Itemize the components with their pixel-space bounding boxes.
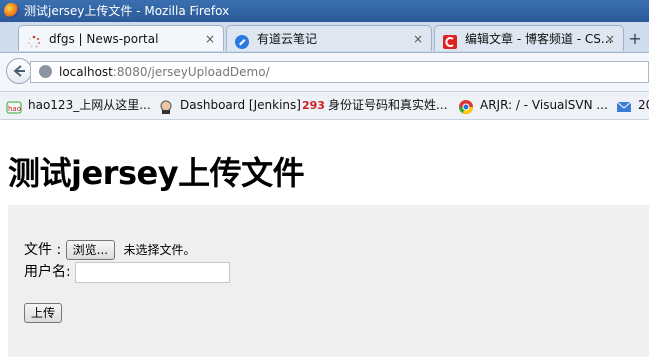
bookmarks-toolbar: hao hao123_上网从这里... Dashboard [Jenkins] … <box>0 92 649 120</box>
csdn-icon <box>443 32 457 49</box>
url-host: localhost <box>59 65 113 79</box>
browse-button[interactable]: 浏览... <box>65 240 116 260</box>
youdao-note-icon <box>235 32 249 49</box>
upload-button[interactable]: 上传 <box>24 303 63 323</box>
url-bar[interactable]: localhost:8080/jerseyUploadDemo/ <box>30 61 649 83</box>
file-label: 文件 : <box>24 242 62 258</box>
bookmark-label: hao123_上网从这里... <box>28 98 151 112</box>
chrome-icon <box>458 98 474 114</box>
close-tab-icon[interactable]: × <box>605 26 615 51</box>
tab-label: 编辑文章 - 博客频道 - CS... <box>465 32 613 46</box>
file-row: 文件 : 浏览... 未选择文件。 <box>24 239 196 260</box>
bookmark-label: Dashboard [Jenkins] <box>180 98 301 112</box>
tab-bar: dfgs | News-portal × 有道云笔记 × 编辑文章 - 博客频道… <box>0 22 649 53</box>
username-row: 用户名: <box>24 261 231 283</box>
bookmark-label: 身份证号码和真实姓... <box>328 98 448 112</box>
username-input[interactable] <box>75 261 231 283</box>
jenkins-icon <box>158 98 174 114</box>
close-tab-icon[interactable]: × <box>205 26 215 51</box>
no-file-text: 未选择文件。 <box>123 243 196 257</box>
page-content: 测试jersey上传文件 文件 : 浏览... 未选择文件。 用户名: 上传 <box>0 120 649 357</box>
tab-dfgs-news-portal[interactable]: dfgs | News-portal × <box>18 25 224 51</box>
window-title: 测试jersey上传文件 - Mozilla Firefox <box>24 4 230 18</box>
back-arrow-icon <box>13 65 25 77</box>
url-text: localhost:8080/jerseyUploadDemo/ <box>59 62 270 82</box>
loading-dots-icon <box>27 32 41 48</box>
tab-csdn-edit-article[interactable]: 编辑文章 - 博客频道 - CS... × <box>434 25 624 51</box>
site-293-icon: 293 <box>302 99 325 112</box>
svg-text:hao: hao <box>8 105 21 113</box>
page-title: 测试jersey上传文件 <box>8 154 305 192</box>
tab-youdao-note[interactable]: 有道云笔记 × <box>226 25 432 51</box>
firefox-logo-icon <box>4 3 19 18</box>
url-path: :8080/jerseyUploadDemo/ <box>112 65 270 79</box>
mail-icon <box>616 98 632 114</box>
upload-form: 文件 : 浏览... 未选择文件。 用户名: 上传 <box>8 205 649 357</box>
close-tab-icon[interactable]: × <box>413 26 423 51</box>
globe-icon <box>39 65 52 78</box>
tab-label: 有道云笔记 <box>257 32 318 46</box>
bookmark-label: ARJR: / - VisualSVN ... <box>480 98 608 112</box>
back-button[interactable] <box>6 58 32 84</box>
window-titlebar: 测试jersey上传文件 - Mozilla Firefox <box>0 0 649 22</box>
new-tab-button[interactable]: + <box>626 30 644 48</box>
tab-label: dfgs | News-portal <box>49 32 159 46</box>
username-label: 用户名: <box>24 264 71 280</box>
hao123-icon: hao <box>6 98 22 114</box>
navigation-bar: localhost:8080/jerseyUploadDemo/ <box>0 53 649 92</box>
bookmark-label: 20 <box>638 98 649 112</box>
